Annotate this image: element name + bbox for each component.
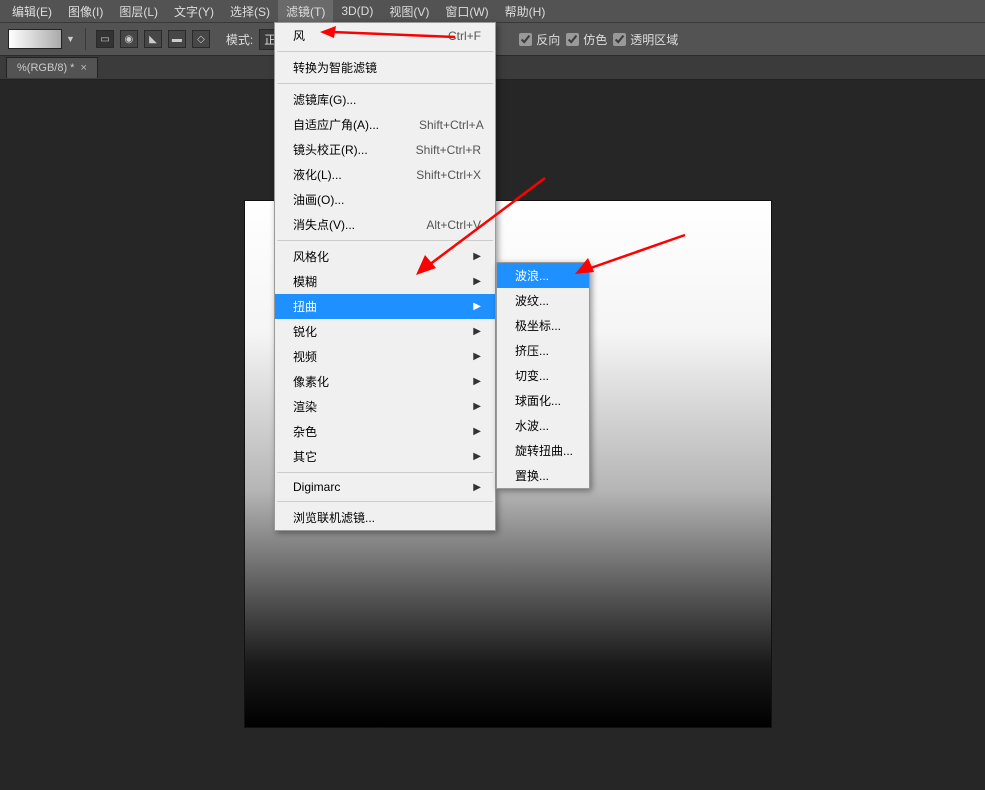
menu-layer[interactable]: 图层(L) — [111, 0, 166, 23]
menu-help[interactable]: 帮助(H) — [497, 0, 554, 23]
separator — [277, 83, 493, 84]
separator — [277, 240, 493, 241]
menu-filter[interactable]: 滤镜(T) — [278, 0, 333, 23]
submenu-arrow-icon: ▶ — [473, 451, 481, 462]
filter-render[interactable]: 渲染▶ — [275, 394, 495, 419]
submenu-arrow-icon: ▶ — [473, 351, 481, 362]
menubar: 编辑(E) 图像(I) 图层(L) 文字(Y) 选择(S) 滤镜(T) 3D(D… — [0, 0, 985, 22]
shortcut-text: Shift+Ctrl+X — [416, 168, 481, 182]
distort-ripple[interactable]: 波纹... — [497, 288, 589, 313]
menu-select[interactable]: 选择(S) — [222, 0, 278, 23]
divider — [85, 28, 86, 50]
distort-submenu: 波浪... 波纹... 极坐标... 挤压... 切变... 球面化... 水波… — [496, 262, 590, 489]
filter-lens-correction[interactable]: 镜头校正(R)...Shift+Ctrl+R — [275, 137, 495, 162]
filter-noise[interactable]: 杂色▶ — [275, 419, 495, 444]
filter-oil-paint[interactable]: 油画(O)... — [275, 187, 495, 212]
document-tab[interactable]: %(RGB/8) * × — [6, 57, 98, 78]
filter-video[interactable]: 视频▶ — [275, 344, 495, 369]
distort-shear[interactable]: 切变... — [497, 363, 589, 388]
document-title: %(RGB/8) * — [17, 62, 74, 74]
gradient-swatch[interactable] — [8, 29, 62, 49]
distort-twirl[interactable]: 旋转扭曲... — [497, 438, 589, 463]
distort-polar[interactable]: 极坐标... — [497, 313, 589, 338]
filter-digimarc[interactable]: Digimarc▶ — [275, 476, 495, 498]
distort-wave[interactable]: 波浪... — [497, 263, 589, 288]
filter-browse-online[interactable]: 浏览联机滤镜... — [275, 505, 495, 530]
submenu-arrow-icon: ▶ — [473, 326, 481, 337]
dither-checkbox[interactable]: 仿色 — [566, 31, 607, 48]
gradient-reflected-icon[interactable]: ▬ — [168, 30, 186, 48]
gradient-angle-icon[interactable]: ◣ — [144, 30, 162, 48]
distort-pinch[interactable]: 挤压... — [497, 338, 589, 363]
chevron-down-icon[interactable]: ▼ — [66, 34, 75, 44]
filter-other[interactable]: 其它▶ — [275, 444, 495, 469]
shortcut-text: Shift+Ctrl+A — [419, 118, 484, 132]
submenu-arrow-icon: ▶ — [473, 376, 481, 387]
separator — [277, 472, 493, 473]
filter-stylize[interactable]: 风格化▶ — [275, 244, 495, 269]
reverse-checkbox[interactable]: 反向 — [519, 31, 560, 48]
shortcut-text: Alt+Ctrl+V — [426, 218, 481, 232]
submenu-arrow-icon: ▶ — [473, 251, 481, 262]
filter-adaptive-wide[interactable]: 自适应广角(A)...Shift+Ctrl+A — [275, 112, 495, 137]
filter-liquify[interactable]: 液化(L)...Shift+Ctrl+X — [275, 162, 495, 187]
filter-distort[interactable]: 扭曲▶ — [275, 294, 495, 319]
menu-view[interactable]: 视图(V) — [381, 0, 437, 23]
close-icon[interactable]: × — [80, 62, 86, 74]
distort-spherize[interactable]: 球面化... — [497, 388, 589, 413]
menu-window[interactable]: 窗口(W) — [437, 0, 496, 23]
gradient-diamond-icon[interactable]: ◇ — [192, 30, 210, 48]
menu-image[interactable]: 图像(I) — [60, 0, 111, 23]
filter-blur[interactable]: 模糊▶ — [275, 269, 495, 294]
distort-displace[interactable]: 置换... — [497, 463, 589, 488]
gradient-radial-icon[interactable]: ◉ — [120, 30, 138, 48]
menu-edit[interactable]: 编辑(E) — [4, 0, 60, 23]
menu-3d[interactable]: 3D(D) — [333, 1, 381, 21]
submenu-arrow-icon: ▶ — [473, 276, 481, 287]
shortcut-text: Shift+Ctrl+R — [416, 143, 481, 157]
separator — [277, 501, 493, 502]
submenu-arrow-icon: ▶ — [473, 426, 481, 437]
mode-label: 模式: — [226, 31, 253, 48]
shortcut-text: Ctrl+F — [448, 29, 481, 43]
menu-type[interactable]: 文字(Y) — [166, 0, 222, 23]
filter-pixelate[interactable]: 像素化▶ — [275, 369, 495, 394]
filter-last[interactable]: 风Ctrl+F — [275, 23, 495, 48]
filter-dropdown: 风Ctrl+F 转换为智能滤镜 滤镜库(G)... 自适应广角(A)...Shi… — [274, 22, 496, 531]
filter-sharpen[interactable]: 锐化▶ — [275, 319, 495, 344]
submenu-arrow-icon: ▶ — [473, 482, 481, 493]
distort-zigzag[interactable]: 水波... — [497, 413, 589, 438]
filter-vanishing-point[interactable]: 消失点(V)...Alt+Ctrl+V — [275, 212, 495, 237]
filter-convert-smart[interactable]: 转换为智能滤镜 — [275, 55, 495, 80]
submenu-arrow-icon: ▶ — [473, 301, 481, 312]
submenu-arrow-icon: ▶ — [473, 401, 481, 412]
transparent-checkbox[interactable]: 透明区域 — [613, 31, 678, 48]
gradient-linear-icon[interactable]: ▭ — [96, 30, 114, 48]
filter-gallery[interactable]: 滤镜库(G)... — [275, 87, 495, 112]
separator — [277, 51, 493, 52]
